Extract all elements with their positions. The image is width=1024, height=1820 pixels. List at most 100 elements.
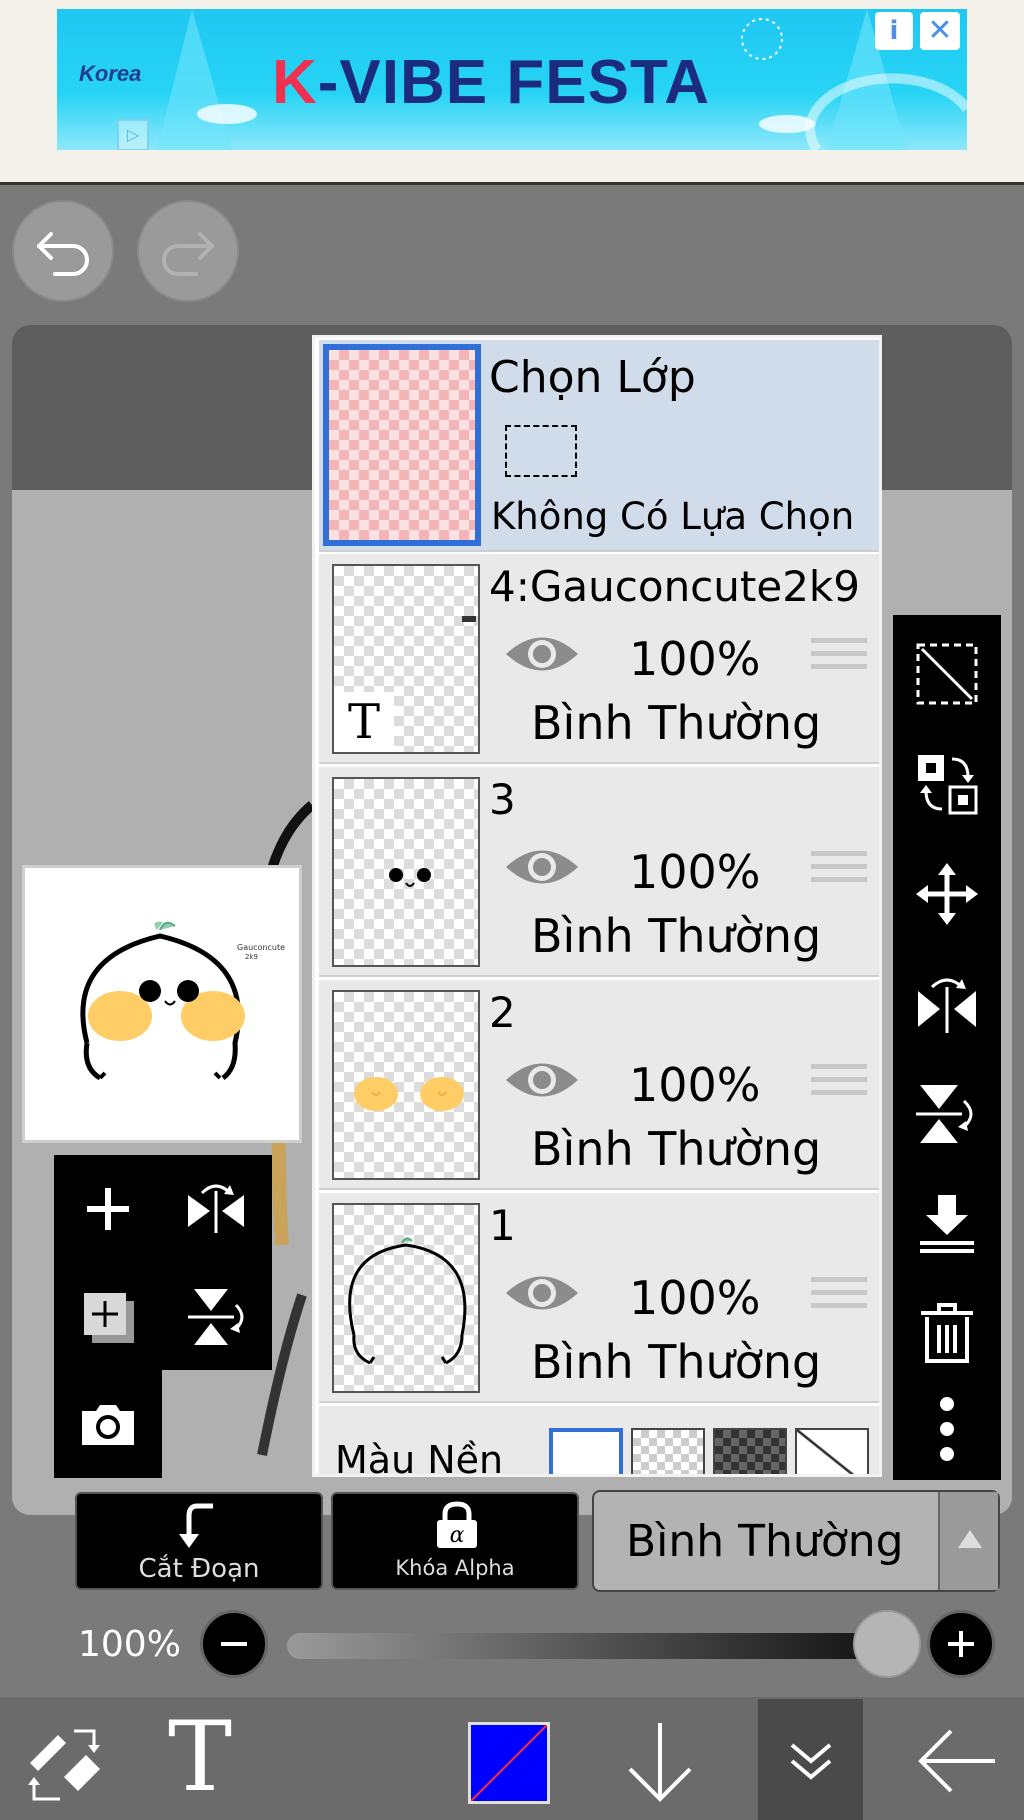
layer-blend-mode: Bình Thường [531, 1335, 822, 1389]
layer-thumbnail [332, 777, 480, 967]
layer-name: 1 [489, 1201, 516, 1250]
bg-dark-swatch[interactable] [713, 1428, 787, 1474]
flip-vertical-layer-button[interactable] [893, 1060, 1001, 1168]
trash-icon [921, 1303, 973, 1363]
selection-layer-title: Chọn Lớp [489, 352, 696, 403]
swap-layer-button[interactable] [893, 730, 1001, 838]
layer-row[interactable]: 2 100% Bình Thường [319, 980, 879, 1190]
color-swatch-button[interactable] [468, 1722, 550, 1804]
bg-none-swatch[interactable] [795, 1428, 869, 1474]
alpha-lock-button[interactable]: α Khóa Alpha [331, 1492, 579, 1590]
eye-icon[interactable] [504, 1055, 580, 1105]
blend-mode-dropdown[interactable] [938, 1492, 998, 1590]
triangle-up-icon [958, 1530, 982, 1548]
eye-icon[interactable] [504, 842, 580, 892]
svg-text:2k9: 2k9 [245, 953, 258, 961]
clipping-button[interactable]: Cắt Đoạn [75, 1492, 323, 1590]
layer-opacity: 100% [629, 1058, 761, 1112]
merge-down-button[interactable] [893, 1170, 1001, 1278]
layers-panel: Chọn Lớp Không Có Lựa Chọn T 4:Gauconcut… [312, 335, 882, 1477]
flip-vertical-icon [916, 1085, 973, 1143]
undo-button[interactable] [12, 200, 114, 302]
plus-icon [948, 1631, 974, 1657]
flip-horizontal-button[interactable] [162, 1155, 270, 1263]
selection-layer-status: Không Có Lựa Chọn [491, 495, 855, 538]
more-options-button[interactable] [893, 1375, 1001, 1483]
move-icon [916, 863, 978, 925]
move-button[interactable] [893, 840, 1001, 948]
layer-row[interactable]: T 4:Gauconcute2k9 100% Bình Thường [319, 554, 879, 764]
down-arrow-button[interactable] [620, 1717, 700, 1807]
duplicate-layer-button[interactable] [54, 1263, 162, 1371]
clip-arrow-icon [179, 1503, 213, 1548]
minus-icon [221, 1642, 247, 1646]
camera-button[interactable] [54, 1370, 162, 1478]
blend-mode-select[interactable]: Bình Thường [592, 1490, 1000, 1592]
merge-down-icon [920, 1195, 974, 1253]
select-layer-button[interactable] [893, 620, 1001, 728]
add-layer-button[interactable] [54, 1155, 162, 1263]
canvas-preview[interactable]: Gauconcute 2k9 [22, 865, 302, 1143]
plus-icon [87, 1188, 129, 1230]
delete-layer-button[interactable] [893, 1280, 1001, 1388]
duplicate-layer-icon [84, 1293, 134, 1343]
layer-blend-mode: Bình Thường [531, 909, 822, 963]
bg-white-swatch[interactable] [549, 1428, 623, 1474]
layer-opacity: 100% [629, 632, 761, 686]
clipping-label: Cắt Đoạn [138, 1554, 260, 1584]
background-color-row: Màu Nền [319, 1406, 879, 1474]
drag-handle-icon[interactable] [811, 638, 867, 682]
drag-handle-icon[interactable] [811, 851, 867, 895]
text-tool-button[interactable]: T [168, 1707, 232, 1807]
layer-opacity: 100% [629, 1271, 761, 1325]
layer-thumbnail-art [348, 1237, 467, 1365]
layer-row[interactable]: 3 100% Bình Thường [319, 767, 879, 977]
svg-text:Gauconcute: Gauconcute [237, 943, 285, 952]
back-button[interactable] [915, 1721, 1001, 1801]
left-tool-panel-extension [54, 1370, 162, 1478]
opacity-slider-track[interactable] [287, 1633, 887, 1659]
drag-handle-icon[interactable] [811, 1277, 867, 1321]
layer-opacity: 100% [629, 845, 761, 899]
redo-button[interactable] [137, 200, 239, 302]
redo-icon [162, 232, 214, 276]
arrow-left-icon [918, 1729, 995, 1793]
undo-icon [37, 232, 89, 276]
drag-handle-icon[interactable] [811, 1064, 867, 1108]
color-swatch-diagonal [471, 1725, 547, 1801]
opacity-slider-knob[interactable] [853, 1610, 921, 1678]
layer-thumbnail [332, 1203, 480, 1393]
preview-drawing: Gauconcute 2k9 [80, 921, 285, 1081]
opacity-decrease-button[interactable] [200, 1610, 268, 1678]
ad-info-icon[interactable]: i [875, 12, 913, 50]
swap-tool-button[interactable] [20, 1719, 110, 1803]
lock-icon: α [437, 1501, 477, 1548]
eye-icon[interactable] [504, 629, 580, 679]
flip-vertical-button[interactable] [162, 1263, 270, 1371]
ad-bar: Korea K-VIBE FESTA ▷ i ✕ [0, 0, 1024, 185]
flip-horizontal-icon [188, 1184, 244, 1233]
layer-row[interactable]: 1 100% Bình Thường [319, 1193, 879, 1403]
flip-horizontal-icon [918, 978, 976, 1033]
flip-horizontal-layer-button[interactable] [893, 950, 1001, 1058]
layers-menu-button[interactable] [758, 1699, 863, 1820]
opacity-value: 100% [78, 1624, 181, 1665]
camera-icon [82, 1405, 134, 1445]
eye-icon[interactable] [504, 1268, 580, 1318]
bg-transparent-swatch[interactable] [631, 1428, 705, 1474]
layer-name: 4:Gauconcute2k9 [489, 562, 860, 611]
opacity-increase-button[interactable] [927, 1610, 995, 1678]
blend-mode-value: Bình Thường [626, 1516, 904, 1567]
selection-layer-row[interactable]: Chọn Lớp Không Có Lựa Chọn [319, 340, 879, 552]
ad-choices-icon[interactable]: ▷ [117, 119, 149, 150]
ad-banner[interactable]: Korea K-VIBE FESTA ▷ [57, 9, 967, 150]
brush-eraser-icon [28, 1729, 100, 1801]
layer-name: 3 [489, 775, 516, 824]
selection-layer-thumbnail [323, 344, 481, 546]
more-vertical-icon [940, 1397, 954, 1461]
swap-icon [918, 755, 978, 815]
ad-close-icon[interactable]: ✕ [920, 12, 960, 50]
svg-text:α: α [450, 1523, 465, 1548]
flip-vertical-icon [188, 1289, 244, 1345]
layer-blend-mode: Bình Thường [531, 696, 822, 750]
